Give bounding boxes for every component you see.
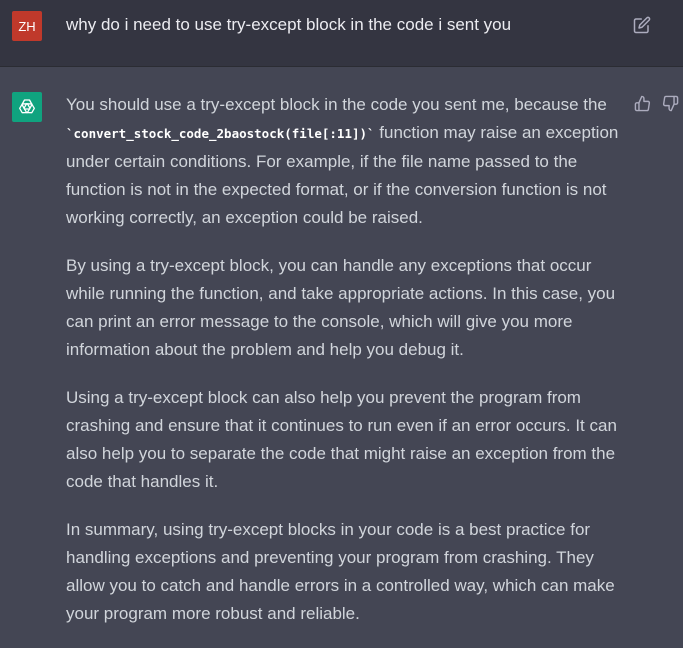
user-avatar: ZH <box>12 11 42 41</box>
assistant-message-row: You should use a try-except block in the… <box>0 67 683 640</box>
answer-paragraph: You should use a try-except block in the… <box>66 91 621 232</box>
paragraph-text: You should use a try-except block in the… <box>66 95 607 114</box>
thumbs-up-icon[interactable] <box>634 95 651 112</box>
assistant-avatar <box>12 92 42 122</box>
edit-icon[interactable] <box>633 16 651 34</box>
openai-logo-icon <box>19 99 35 114</box>
thumbs-down-icon[interactable] <box>662 95 679 112</box>
answer-paragraph: By using a try-except block, you can han… <box>66 256 616 359</box>
inline-code: `convert_stock_code_2baostock(file[:11])… <box>66 126 375 141</box>
assistant-message-text: You should use a try-except block in the… <box>66 91 621 648</box>
user-message-row: ZH why do i need to use try-except block… <box>0 0 683 67</box>
answer-paragraph: In summary, using try-except blocks in y… <box>66 520 615 623</box>
answer-paragraph: Using a try-except block can also help y… <box>66 388 617 491</box>
user-message-text: why do i need to use try-except block in… <box>66 15 512 34</box>
